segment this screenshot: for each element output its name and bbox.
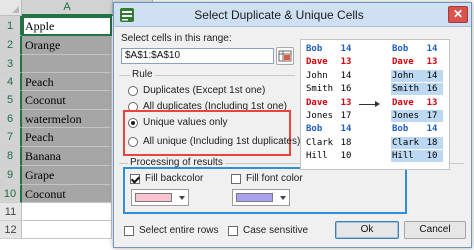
sheet-cell[interactable]: Apple xyxy=(22,16,112,36)
preview-number: 17 xyxy=(426,111,438,121)
preview-number: 14 xyxy=(340,44,352,54)
preview-number: 14 xyxy=(340,124,352,135)
rule-label-duplicates-except-first: Duplicates (Except 1st one) xyxy=(143,85,266,96)
select-all-triangle-icon xyxy=(12,6,19,13)
fill-backcolor-dropdown[interactable] xyxy=(131,189,189,206)
range-picker-icon xyxy=(278,50,292,62)
preview-number: 13 xyxy=(426,97,438,108)
row-header[interactable]: 2 xyxy=(0,36,22,55)
fill-font-color-swatch xyxy=(236,193,273,202)
cancel-button[interactable]: Cancel xyxy=(404,221,466,239)
chevron-down-icon xyxy=(280,196,286,200)
preview-number: 13 xyxy=(340,57,352,68)
rule-label-all-unique: All unique (Including 1st duplicates) xyxy=(143,136,301,147)
fill-backcolor-label: Fill backcolor xyxy=(145,173,204,184)
preview-number: 13 xyxy=(426,57,438,68)
fill-font-color-dropdown[interactable] xyxy=(232,189,290,206)
sheet-cell[interactable] xyxy=(22,221,112,239)
preview-number: 14 xyxy=(340,70,352,81)
preview-name: Jones xyxy=(306,111,334,121)
preview-number: 13 xyxy=(340,97,352,108)
ok-button[interactable]: Ok xyxy=(335,221,399,239)
preview-name: Bob xyxy=(306,44,323,54)
fill-backcolor-swatch xyxy=(135,193,172,202)
fill-font-color-checkbox[interactable] xyxy=(231,174,241,184)
case-sensitive-label: Case sensitive xyxy=(243,225,309,236)
row-header[interactable]: 3 xyxy=(0,55,22,73)
preview-number: 14 xyxy=(426,124,438,135)
rule-radio-all-unique[interactable] xyxy=(128,137,138,147)
row-header[interactable]: 9 xyxy=(0,166,22,185)
row-header[interactable]: 12 xyxy=(0,221,22,239)
row-header[interactable]: 10 xyxy=(0,185,22,203)
preview-name: Bob xyxy=(392,124,409,135)
row-header[interactable]: 11 xyxy=(0,203,22,221)
preview-name: Hill xyxy=(306,151,328,162)
dialog-title: Select Duplicate & Unique Cells xyxy=(194,8,364,22)
select-entire-rows-checkbox[interactable] xyxy=(124,226,134,236)
rule-label-unique-only: Unique values only xyxy=(143,117,228,128)
fill-font-color-label: Fill font color xyxy=(246,173,303,184)
rule-radio-duplicates-except-first[interactable] xyxy=(128,86,138,96)
preview-name: Bob xyxy=(392,44,409,54)
preview-number: 18 xyxy=(426,137,438,148)
sheet-cell[interactable] xyxy=(22,55,112,73)
case-sensitive-checkbox[interactable] xyxy=(228,226,238,236)
preview-name: Smith xyxy=(306,84,334,95)
range-input[interactable]: $A$1:$A$10 xyxy=(121,48,274,64)
preview-number: 10 xyxy=(426,151,438,162)
row-header[interactable]: 6 xyxy=(0,110,22,128)
preview-name: John xyxy=(392,70,414,81)
preview-number: 17 xyxy=(340,111,352,121)
sheet-cell[interactable]: Orange xyxy=(22,36,112,55)
preview-name: Dave xyxy=(306,97,328,108)
column-header-a[interactable]: A xyxy=(22,0,113,16)
select-duplicate-unique-dialog: Select Duplicate & Unique Cells ✕ Select… xyxy=(113,2,472,248)
preview-name: Dave xyxy=(306,57,328,68)
sheet-cell[interactable]: Banana xyxy=(22,147,112,166)
sheet-cell[interactable]: Coconut xyxy=(22,185,112,203)
preview-name: Clark xyxy=(306,137,334,148)
range-label: Select cells in this range: xyxy=(121,33,232,44)
sheet-cell[interactable]: Grape xyxy=(22,166,112,185)
preview-name: Hill xyxy=(392,151,414,162)
sheet-cell[interactable]: Coconut xyxy=(22,91,112,110)
preview-number: 16 xyxy=(340,84,352,95)
preview-number: 14 xyxy=(426,70,438,81)
row-header[interactable]: 1 xyxy=(0,16,22,36)
preview-number: 16 xyxy=(426,84,438,95)
sheet-cell[interactable]: Peach xyxy=(22,73,112,91)
dialog-titlebar[interactable]: Select Duplicate & Unique Cells ✕ xyxy=(114,3,471,27)
preview-name: John xyxy=(306,70,328,81)
preview-name: Dave xyxy=(392,97,414,108)
sheet-cell[interactable]: Peach xyxy=(22,128,112,147)
preview-name: Bob xyxy=(306,124,323,135)
row-header[interactable]: 5 xyxy=(0,91,22,110)
sheet-cell[interactable]: watermelon xyxy=(22,110,112,128)
preview-name: Smith xyxy=(392,84,420,95)
arrow-head-icon xyxy=(375,101,380,107)
sheet-cell[interactable] xyxy=(22,203,112,221)
chevron-down-icon xyxy=(179,196,185,200)
preview-name: Jones xyxy=(392,111,420,121)
preview-name: Dave xyxy=(392,57,414,68)
preview-number: 14 xyxy=(426,44,438,54)
row-header[interactable]: 4 xyxy=(0,73,22,91)
rule-radio-unique-only[interactable] xyxy=(128,118,138,128)
preview-illustration: Bob 14 Dave 13 John 14 Smith 16 Dave 13 Jones 17 Bob… xyxy=(300,39,450,170)
row-header[interactable]: 7 xyxy=(0,128,22,147)
fill-backcolor-checkbox[interactable] xyxy=(130,174,140,184)
preview-number: 10 xyxy=(340,151,352,162)
select-entire-rows-label: Select entire rows xyxy=(139,225,219,236)
preview-number: 18 xyxy=(340,137,352,148)
row-header[interactable]: 8 xyxy=(0,147,22,166)
rule-legend: Rule xyxy=(130,69,155,80)
close-button[interactable]: ✕ xyxy=(448,6,468,23)
preview-name: Clark xyxy=(392,137,420,148)
range-picker-button[interactable] xyxy=(276,47,294,65)
select-all-corner[interactable] xyxy=(0,0,22,16)
